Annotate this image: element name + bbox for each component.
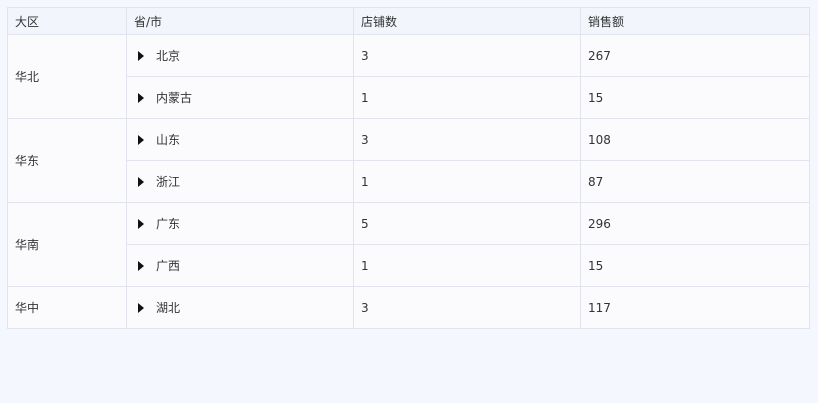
province-cell: 广东 xyxy=(126,202,354,245)
expand-triangle-icon[interactable] xyxy=(138,219,144,229)
header-row: 大区 省/市 店铺数 销售额 xyxy=(7,7,810,35)
expand-triangle-icon[interactable] xyxy=(138,177,144,187)
header-sales[interactable]: 销售额 xyxy=(580,7,810,35)
header-region[interactable]: 大区 xyxy=(7,7,127,35)
table-row: 浙江 1 87 xyxy=(8,160,810,203)
stores-cell: 1 xyxy=(353,160,581,203)
header-stores[interactable]: 店铺数 xyxy=(353,7,581,35)
province-cell: 内蒙古 xyxy=(126,76,354,119)
table-row: 华中 湖北 3 117 xyxy=(7,286,810,329)
region-cell: 华东 xyxy=(7,118,127,203)
table-row: 广西 1 15 xyxy=(8,244,810,287)
table-row: 华东 山东 3 108 xyxy=(7,118,810,203)
province-label: 内蒙古 xyxy=(156,91,193,105)
stores-cell: 1 xyxy=(353,244,581,287)
sales-cell: 267 xyxy=(580,34,810,77)
province-label: 广西 xyxy=(156,259,181,273)
stores-cell: 3 xyxy=(353,34,581,77)
expand-triangle-icon[interactable] xyxy=(138,51,144,61)
expand-triangle-icon[interactable] xyxy=(138,135,144,145)
sales-cell: 296 xyxy=(580,202,810,245)
sales-cell: 87 xyxy=(580,160,810,203)
province-label: 浙江 xyxy=(156,175,181,189)
province-label: 北京 xyxy=(156,49,181,63)
sales-cell: 117 xyxy=(580,286,810,329)
province-cell: 浙江 xyxy=(126,160,354,203)
sales-cell: 108 xyxy=(580,118,810,161)
table-row: 华南 广东 5 296 xyxy=(7,202,810,287)
province-cell: 北京 xyxy=(126,34,354,77)
table-row: 内蒙古 1 15 xyxy=(8,76,810,119)
sales-cell: 15 xyxy=(580,76,810,119)
province-cell: 湖北 xyxy=(126,286,354,329)
province-cell: 广西 xyxy=(126,244,354,287)
stores-cell: 3 xyxy=(353,286,581,329)
province-label: 山东 xyxy=(156,133,181,147)
sales-cell: 15 xyxy=(580,244,810,287)
province-label: 广东 xyxy=(156,217,181,231)
table-row: 华北 北京 3 267 xyxy=(7,34,810,119)
header-province[interactable]: 省/市 xyxy=(126,7,354,35)
expand-triangle-icon[interactable] xyxy=(138,261,144,271)
stores-cell: 1 xyxy=(353,76,581,119)
region-cell: 华北 xyxy=(7,34,127,119)
sales-pivot-table: 大区 省/市 店铺数 销售额 华北 北京 3 267 内蒙古 1 15 华东 山东 3 108 浙江 1… xyxy=(7,7,810,329)
region-cell: 华中 xyxy=(7,286,127,329)
stores-cell: 5 xyxy=(353,202,581,245)
region-cell: 华南 xyxy=(7,202,127,287)
stores-cell: 3 xyxy=(353,118,581,161)
expand-triangle-icon[interactable] xyxy=(138,303,144,313)
province-cell: 山东 xyxy=(126,118,354,161)
expand-triangle-icon[interactable] xyxy=(138,93,144,103)
province-label: 湖北 xyxy=(156,301,181,315)
